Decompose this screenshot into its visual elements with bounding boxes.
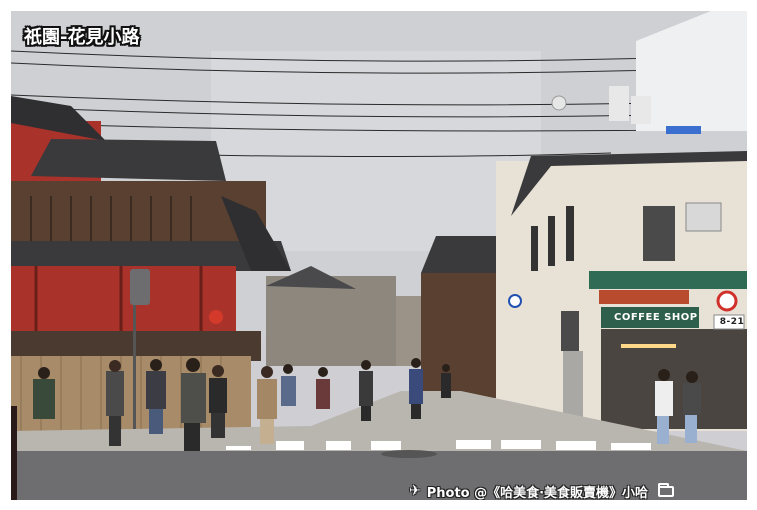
photo-frame: COFFEE SHOP 8-21 祇園-花見小路 ✈ Photo @《哈美食·美…: [0, 0, 757, 510]
center-right-house: [421, 273, 496, 398]
window: [643, 206, 675, 261]
blue-tarp: [666, 126, 701, 134]
left-car-edge: [11, 406, 17, 500]
shop-light: [621, 344, 676, 348]
credit-text: Photo @《哈美食·美食販賣機》小哈: [426, 485, 649, 501]
street-number-sign: 8-21: [719, 317, 745, 327]
window: [548, 216, 555, 266]
window: [531, 226, 538, 271]
air-conditioner: [685, 202, 722, 232]
rooftop-unit: [609, 86, 629, 121]
traffic-light: [130, 269, 150, 305]
overlay-title: 祇園-花見小路: [24, 27, 140, 48]
street-scene: [11, 11, 747, 500]
round-road-sign: [508, 294, 522, 308]
signal-pole: [133, 286, 136, 436]
marker-top: [561, 311, 579, 351]
airplane-icon: ✈: [409, 483, 421, 499]
folder-icon: [658, 482, 675, 497]
distant-buildings: [266, 276, 396, 366]
rooftop-unit: [631, 96, 651, 124]
coffee-shop-sign: COFFEE SHOP: [614, 312, 698, 323]
satellite-dish: [551, 95, 567, 111]
no-entry-sign: [716, 290, 738, 312]
shop-nameplate: [599, 290, 689, 304]
shop-awning: [589, 271, 747, 289]
photo-credit: ✈ Photo @《哈美食·美食販賣機》小哈: [409, 480, 747, 500]
manhole: [381, 450, 437, 458]
window: [566, 206, 574, 261]
red-lantern: [209, 310, 223, 324]
upper-tile-roof: [31, 139, 226, 181]
street-photo: COFFEE SHOP 8-21 祇園-花見小路 ✈ Photo @《哈美食·美…: [11, 11, 747, 500]
